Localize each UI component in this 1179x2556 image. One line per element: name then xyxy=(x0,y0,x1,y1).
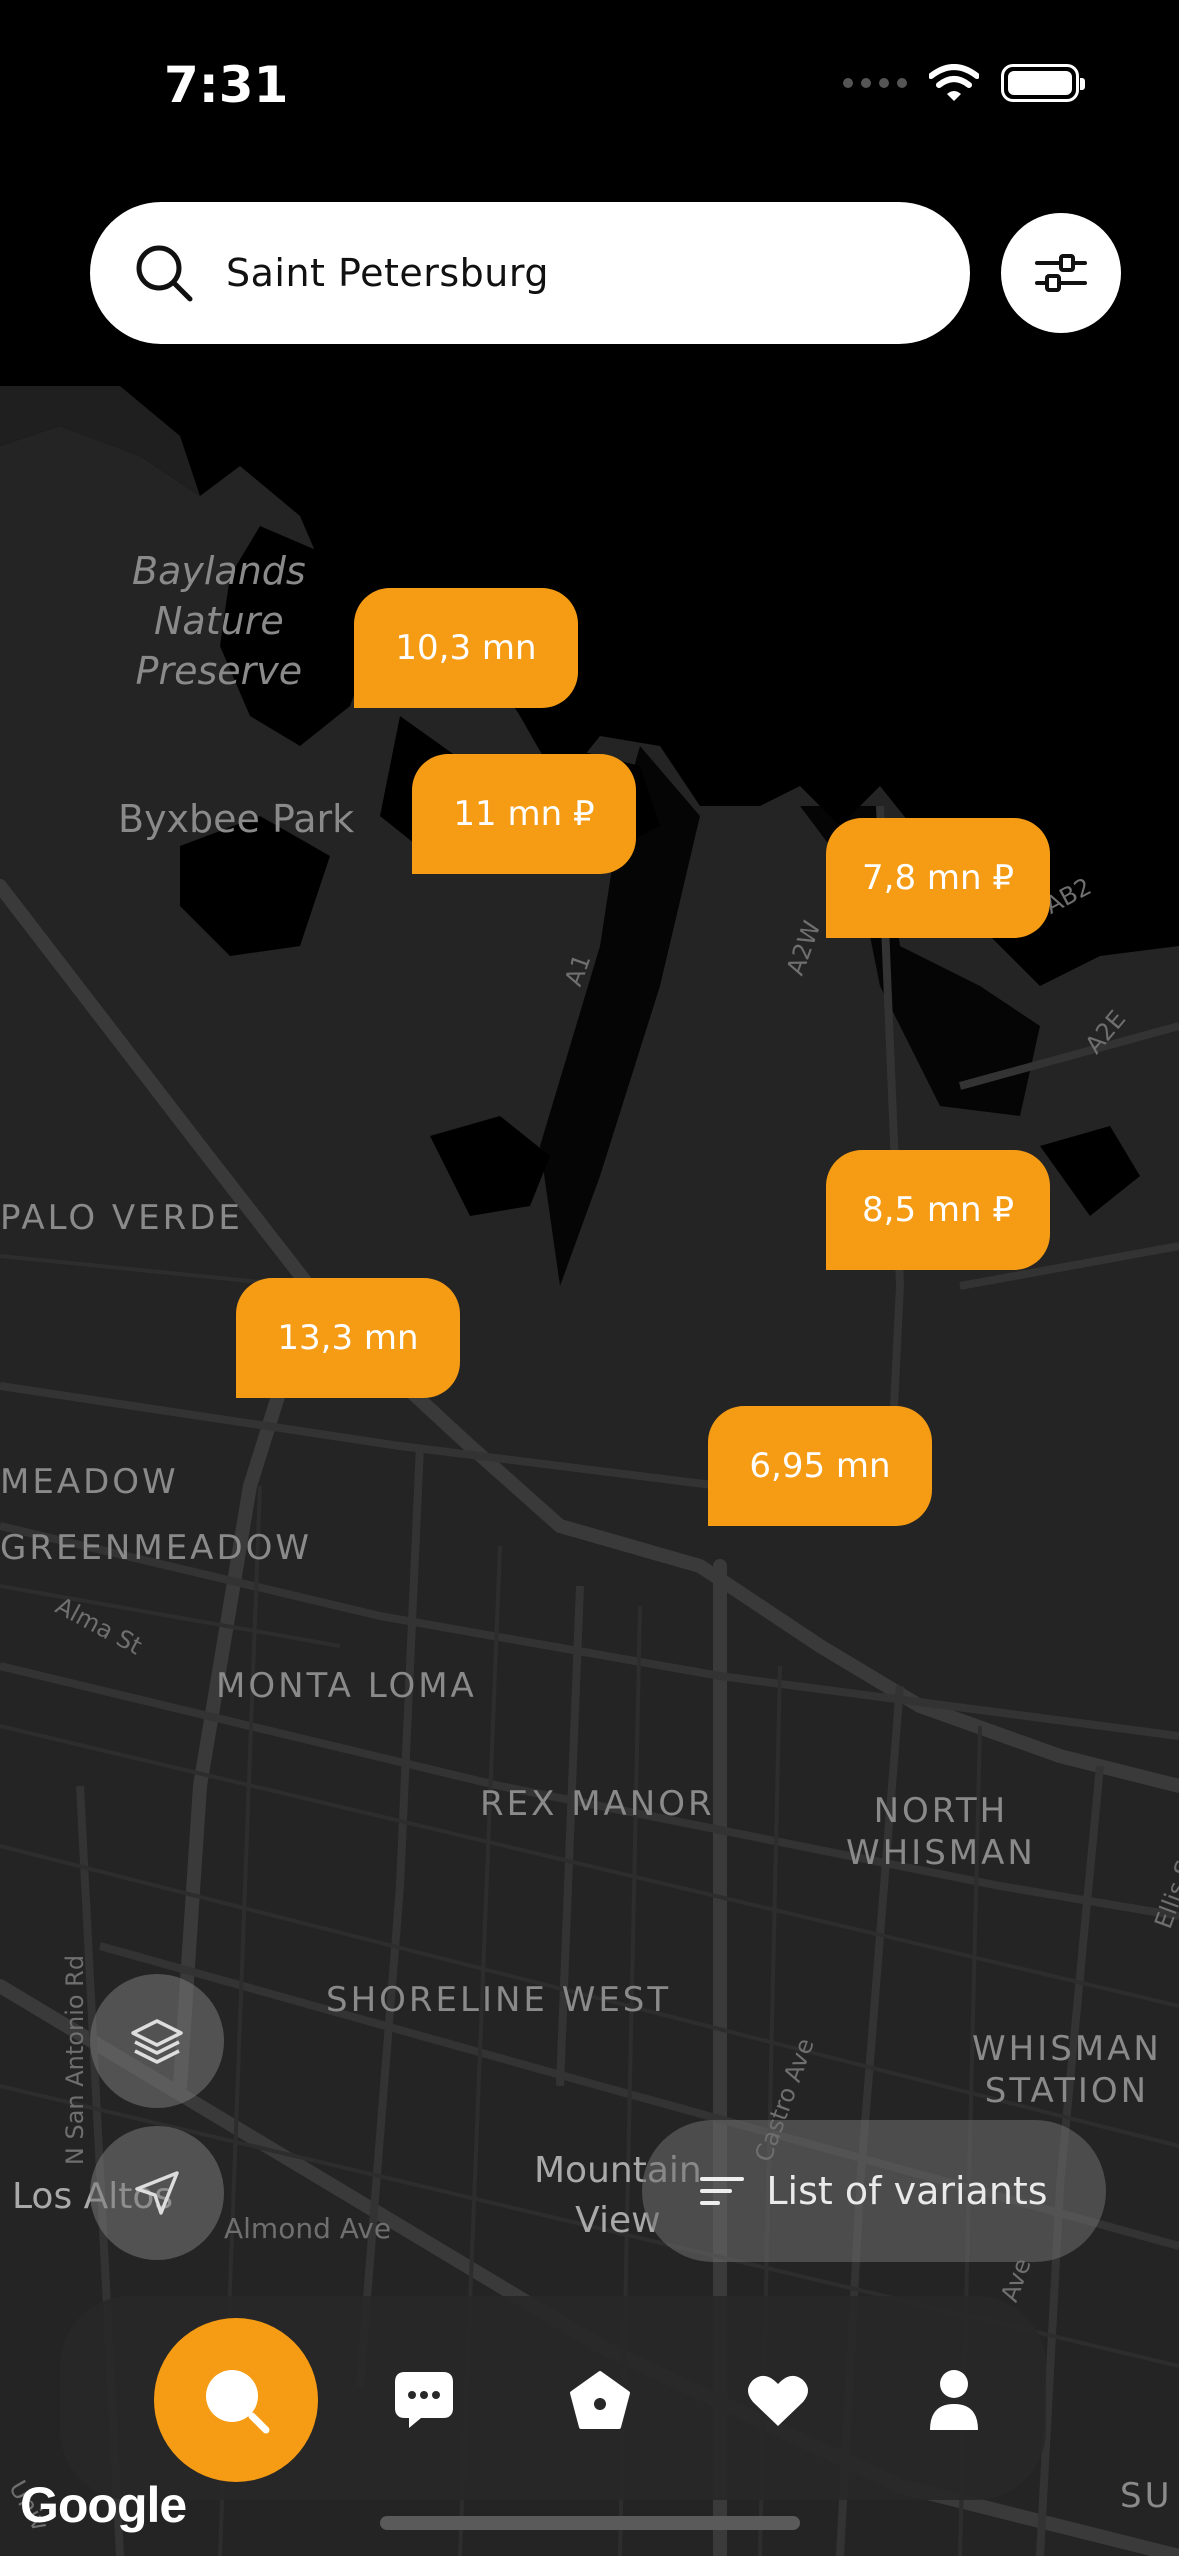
tab-search[interactable] xyxy=(154,2318,318,2482)
search-value: Saint Petersburg xyxy=(226,251,549,295)
map-label-sunset: SU xyxy=(1120,2476,1173,2516)
heart-icon xyxy=(748,2375,808,2426)
home-indicator[interactable] xyxy=(380,2516,800,2530)
wifi-icon xyxy=(929,64,979,101)
price-pin[interactable]: 13,3 mn xyxy=(236,1278,460,1398)
google-attribution-logo: Google xyxy=(20,2477,187,2533)
list-icon xyxy=(700,2177,745,2205)
user-icon xyxy=(930,2370,978,2430)
tab-profile[interactable] xyxy=(904,2350,1004,2450)
map-label-monta-loma: MONTA LOMA xyxy=(216,1666,477,1706)
map-screen: Baylands Nature Preserve Byxbee Park PAL… xyxy=(0,0,1179,2556)
price-pin[interactable]: 7,8 mn ₽ xyxy=(826,818,1050,938)
tab-favorites[interactable] xyxy=(728,2350,828,2450)
price-pin[interactable]: 6,95 mn xyxy=(708,1406,932,1526)
sliders-icon xyxy=(1035,254,1087,292)
search-icon xyxy=(136,245,193,302)
map-label-whisman-station: WHISMAN STATION xyxy=(972,2029,1162,2111)
map-label-greenmeadow: GREENMEADOW xyxy=(0,1528,313,1568)
tab-home[interactable] xyxy=(550,2350,650,2450)
price-pin[interactable]: 8,5 mn ₽ xyxy=(826,1150,1050,1270)
chat-bubble-icon xyxy=(395,2372,453,2428)
search-icon xyxy=(206,2370,270,2434)
cellular-signal-icon xyxy=(843,78,907,88)
home-icon xyxy=(570,2371,630,2429)
search-input[interactable]: Saint Petersburg xyxy=(90,202,970,344)
layers-icon xyxy=(131,2019,183,2064)
map-label-north-whisman: NORTH WHISMAN xyxy=(846,1791,1036,1873)
list-button-label: List of variants xyxy=(766,2169,1048,2213)
map-label-rex-manor: REX MANOR xyxy=(480,1784,715,1824)
map-label-baylands: Baylands Nature Preserve xyxy=(132,549,306,693)
battery-icon xyxy=(1001,64,1085,102)
filter-button[interactable] xyxy=(1001,213,1121,333)
navigation-arrow-icon xyxy=(135,2171,179,2215)
locate-button[interactable] xyxy=(90,2126,224,2260)
status-time: 7:31 xyxy=(164,56,289,114)
list-of-variants-button[interactable]: List of variants xyxy=(642,2120,1106,2262)
map-label-san-antonio: N San Antonio Rd xyxy=(61,1954,90,2166)
map-label-byxbee: Byxbee Park xyxy=(118,797,355,841)
price-pin[interactable]: 10,3 mn xyxy=(354,588,578,708)
layers-button[interactable] xyxy=(90,1974,224,2108)
map-label-shoreline-west: SHORELINE WEST xyxy=(326,1980,672,2020)
price-pin[interactable]: 11 mn ₽ xyxy=(412,754,636,874)
map-label-meadow: MEADOW xyxy=(0,1462,179,1502)
map-label-almond: Almond Ave xyxy=(224,2212,392,2245)
tab-messages[interactable] xyxy=(374,2350,474,2450)
map-label-palo-verde: PALO VERDE xyxy=(0,1198,243,1238)
status-indicators xyxy=(843,64,1085,102)
